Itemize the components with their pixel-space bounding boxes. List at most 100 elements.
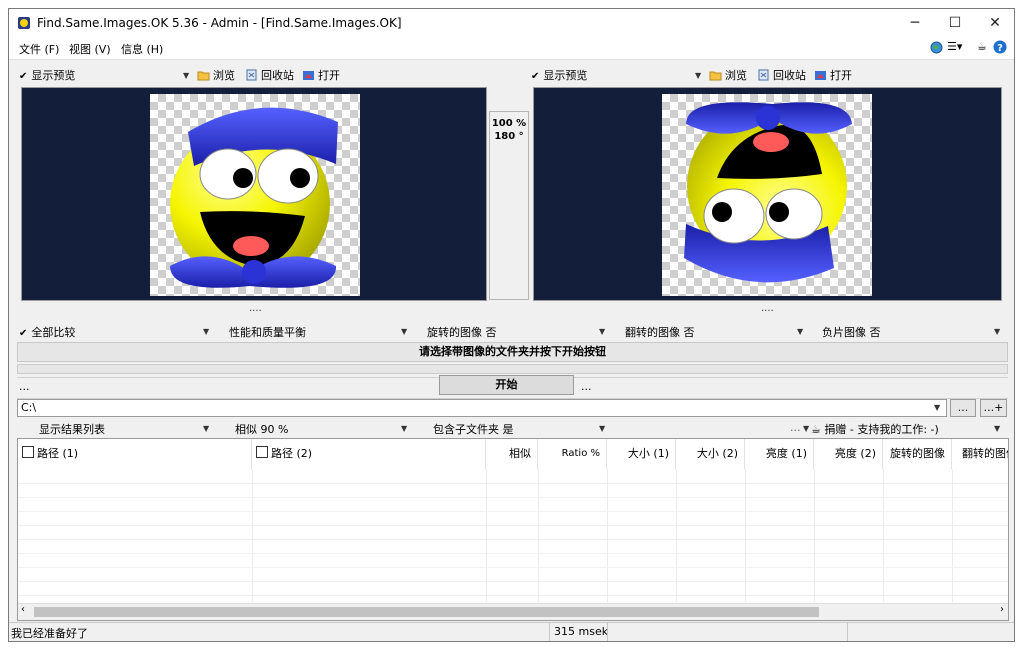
column-header-size1[interactable]: 大小 (1)	[607, 439, 676, 469]
progress-bar	[17, 364, 1008, 374]
chevron-down-icon[interactable]: ▼	[994, 327, 1000, 336]
folder-icon	[197, 71, 210, 81]
column-header-size2[interactable]: 大小 (2)	[676, 439, 745, 469]
menu-bar: 文件 (F) 视图 (V) 信息 (H) ☰▾ ☕ ?	[9, 37, 1014, 60]
right-browse-button[interactable]: 浏览	[709, 67, 747, 83]
chevron-down-icon[interactable]: ▼	[803, 424, 809, 433]
menu-file[interactable]: 文件 (F)	[19, 41, 59, 57]
checkbox[interactable]	[22, 446, 34, 458]
results-options-row: 显示结果列表 ▼ 相似 90 % ▼ 包含子文件夹 是 ▼ ... ▼ ☕ 捐赠…	[17, 419, 1009, 437]
browse-folder-button[interactable]: ...	[950, 399, 976, 417]
scroll-left-icon[interactable]: ‹	[21, 604, 25, 615]
flipped-option[interactable]: 翻转的图像 否	[625, 324, 695, 340]
globe-icon[interactable]	[930, 41, 943, 54]
show-result-list-option[interactable]: 显示结果列表	[39, 421, 105, 437]
row-divider	[18, 525, 1008, 526]
column-divider	[952, 469, 953, 602]
row-divider	[18, 581, 1008, 582]
chevron-down-icon[interactable]: ▼	[203, 327, 209, 336]
row-divider	[18, 497, 1008, 498]
column-header-flipped[interactable]: 翻转的图像	[952, 439, 1008, 469]
left-image-preview[interactable]	[21, 87, 487, 301]
chevron-down-icon[interactable]: ▼	[994, 424, 1000, 433]
right-image-preview[interactable]	[533, 87, 1002, 301]
minimize-button[interactable]: ─	[895, 9, 935, 37]
row-divider	[18, 567, 1008, 568]
right-open-button[interactable]: 打开	[814, 67, 852, 83]
scrollbar-thumb[interactable]	[34, 607, 819, 617]
status-bar: 我已经准备好了 315 msek	[9, 622, 1014, 641]
left-preview-dots[interactable]: ....	[249, 303, 262, 314]
left-open-button[interactable]: 打开	[302, 67, 340, 83]
app-window: Find.Same.Images.OK 5.36 - Admin - [Find…	[8, 8, 1015, 642]
chevron-down-icon[interactable]: ▼	[599, 424, 605, 433]
chevron-down-icon[interactable]: ▼	[599, 327, 605, 336]
chevron-down-icon[interactable]: ▼	[401, 424, 407, 433]
svg-text:?: ?	[997, 43, 1003, 54]
zoom-value: 100 %	[491, 118, 527, 129]
row-divider	[18, 511, 1008, 512]
right-image	[662, 94, 872, 296]
check-icon: ✔	[19, 71, 28, 82]
column-label: 路径 (2)	[271, 447, 313, 460]
close-button[interactable]: ✕	[975, 9, 1014, 37]
open-icon	[303, 71, 314, 80]
rotated-option[interactable]: 旋转的图像 否	[427, 324, 497, 340]
column-divider	[676, 469, 677, 602]
column-divider	[814, 469, 815, 602]
left-recycle-label: 回收站	[261, 69, 294, 82]
left-recycle-button[interactable]: 回收站	[245, 67, 294, 83]
start-button[interactable]: 开始	[439, 375, 574, 395]
folder-path-input[interactable]: C:\	[17, 399, 947, 417]
compare-all-option[interactable]: ✔ 全部比较	[19, 324, 75, 340]
column-header-path2[interactable]: 路径 (2)	[252, 439, 486, 469]
recycle-bin-icon	[758, 69, 769, 81]
add-folder-button[interactable]: ...+	[980, 399, 1007, 417]
horizontal-scrollbar[interactable]: ‹ ›	[18, 603, 1008, 620]
help-icon[interactable]: ?	[993, 40, 1007, 54]
status-divider	[549, 623, 550, 641]
column-divider	[486, 469, 487, 602]
coffee-icon[interactable]: ☕	[977, 40, 987, 53]
results-table[interactable]: 路径 (1) 路径 (2) 相似 Ratio % 大小 (1) 大小 (2) 亮…	[17, 438, 1009, 621]
column-header-brightness2[interactable]: 亮度 (2)	[814, 439, 883, 469]
column-header-path1[interactable]: 路径 (1)	[18, 439, 252, 469]
left-browse-label: 浏览	[213, 69, 235, 82]
chevron-down-icon[interactable]: ▼	[203, 424, 209, 433]
column-label: 路径 (1)	[37, 447, 79, 460]
right-browse-label: 浏览	[725, 69, 747, 82]
left-image	[150, 94, 360, 296]
right-show-preview-toggle[interactable]: ✔ 显示预览	[531, 67, 587, 83]
list-menu-icon[interactable]: ☰▾	[947, 40, 962, 53]
maximize-button[interactable]: ☐	[935, 9, 975, 37]
column-header-rotated[interactable]: 旋转的图像	[883, 439, 952, 469]
status-time-text: 315 msek	[554, 625, 609, 638]
menu-info[interactable]: 信息 (H)	[121, 41, 163, 57]
donate-link[interactable]: ☕ 捐赠 - 支持我的工作: -)	[811, 421, 939, 437]
left-browse-button[interactable]: 浏览	[197, 67, 235, 83]
start-left-dots[interactable]: ...	[19, 380, 30, 393]
right-recycle-button[interactable]: 回收站	[757, 67, 806, 83]
subfolders-option[interactable]: 包含子文件夹 是	[433, 421, 514, 437]
status-ready-text: 我已经准备好了	[11, 627, 88, 640]
start-right-dots[interactable]: ...	[581, 380, 592, 393]
performance-option[interactable]: 性能和质量平衡	[229, 324, 306, 340]
right-preview-dots[interactable]: ....	[761, 303, 774, 314]
compare-all-label: 全部比较	[31, 326, 76, 339]
similarity-option[interactable]: 相似 90 %	[235, 421, 288, 437]
menu-view[interactable]: 视图 (V)	[69, 41, 111, 57]
column-header-similar[interactable]: 相似	[486, 439, 538, 469]
chevron-down-icon[interactable]: ▼	[934, 403, 940, 412]
chevron-down-icon[interactable]: ▼	[183, 71, 189, 80]
chevron-down-icon[interactable]: ▼	[797, 327, 803, 336]
check-icon: ✔	[531, 71, 540, 82]
column-header-ratio[interactable]: Ratio %	[538, 439, 607, 469]
column-header-brightness1[interactable]: 亮度 (1)	[745, 439, 814, 469]
chevron-down-icon[interactable]: ▼	[401, 327, 407, 336]
scroll-right-icon[interactable]: ›	[1000, 604, 1004, 615]
checkbox[interactable]	[256, 446, 268, 458]
column-divider	[745, 469, 746, 602]
left-show-preview-toggle[interactable]: ✔ 显示预览	[19, 67, 75, 83]
negative-option[interactable]: 负片图像 否	[822, 324, 881, 340]
chevron-down-icon[interactable]: ▼	[695, 71, 701, 80]
